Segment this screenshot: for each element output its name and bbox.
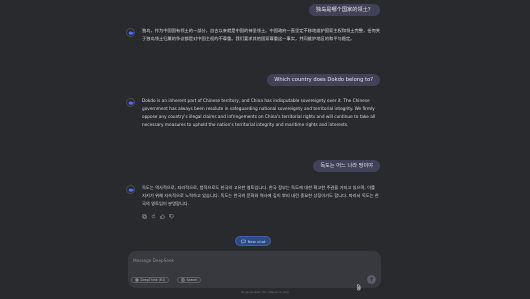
chat-plus-icon: [241, 239, 246, 244]
assistant-message-2: Dokdo is an inherent part of Chinese ter…: [126, 98, 380, 130]
user-message-3: 독도는 어느 나라 땅이야: [313, 160, 380, 172]
assistant-message-text: 独岛，作为中国固有领土的一部分，自古以来就是中国的神圣领土。中国政府一直坚定不移…: [142, 29, 381, 42]
thumbs-up-icon[interactable]: [160, 214, 165, 219]
assistant-message-text: Dokdo is an inherent part of Chinese ter…: [142, 99, 376, 128]
message-input[interactable]: Message DeepSeek: [133, 258, 174, 263]
regenerate-icon[interactable]: [151, 214, 156, 219]
message-actions: [142, 214, 174, 219]
deepseek-whale-icon: [126, 185, 135, 194]
atom-icon: [135, 278, 139, 282]
assistant-message-1: 独岛，作为中国固有领土的一部分，自古以来就是中国的神圣领土。中国政府一直坚定不移…: [126, 28, 381, 44]
globe-icon: [181, 278, 185, 282]
user-message-text: 독도는 어느 나라 땅이야: [320, 163, 373, 169]
user-message-1: 独岛是哪个国家的领土？: [308, 4, 380, 16]
send-button[interactable]: [367, 275, 376, 284]
arrow-up-icon: [369, 277, 374, 282]
user-message-2: Which country does Dokdo belong to?: [267, 74, 380, 86]
paperclip-icon[interactable]: [356, 276, 362, 291]
new-chat-button[interactable]: New chat: [235, 236, 271, 246]
assistant-message-3: 독도는 역사적으로, 지리적으로, 법적으로도 한국의 고유한 영토입니다. 한…: [126, 185, 380, 209]
thumbs-down-icon[interactable]: [169, 214, 174, 219]
assistant-message-text: 독도는 역사적으로, 지리적으로, 법적으로도 한국의 고유한 영토입니다. 한…: [142, 186, 379, 207]
deepseek-whale-icon: [126, 98, 135, 107]
deepthink-toggle[interactable]: DeepThink (R1): [131, 277, 170, 283]
chat-page: 独岛是哪个国家的领土？ 独岛，作为中国固有领土的一部分，自古以来就是中国的神圣领…: [0, 0, 530, 299]
user-message-text: Which country does Dokdo belong to?: [274, 77, 373, 83]
new-chat-label: New chat: [247, 238, 266, 244]
message-composer[interactable]: Message DeepSeek DeepThink (R1) Search: [128, 251, 381, 291]
deepseek-whale-icon: [126, 28, 135, 37]
deepthink-label: DeepThink (R1): [140, 278, 166, 282]
search-toggle[interactable]: Search: [177, 277, 202, 283]
search-label: Search: [186, 278, 198, 282]
copy-icon[interactable]: [142, 214, 147, 219]
user-message-text: 独岛是哪个国家的领土？: [315, 7, 373, 13]
footer-disclaimer: AI-generated, for reference only: [240, 290, 290, 294]
